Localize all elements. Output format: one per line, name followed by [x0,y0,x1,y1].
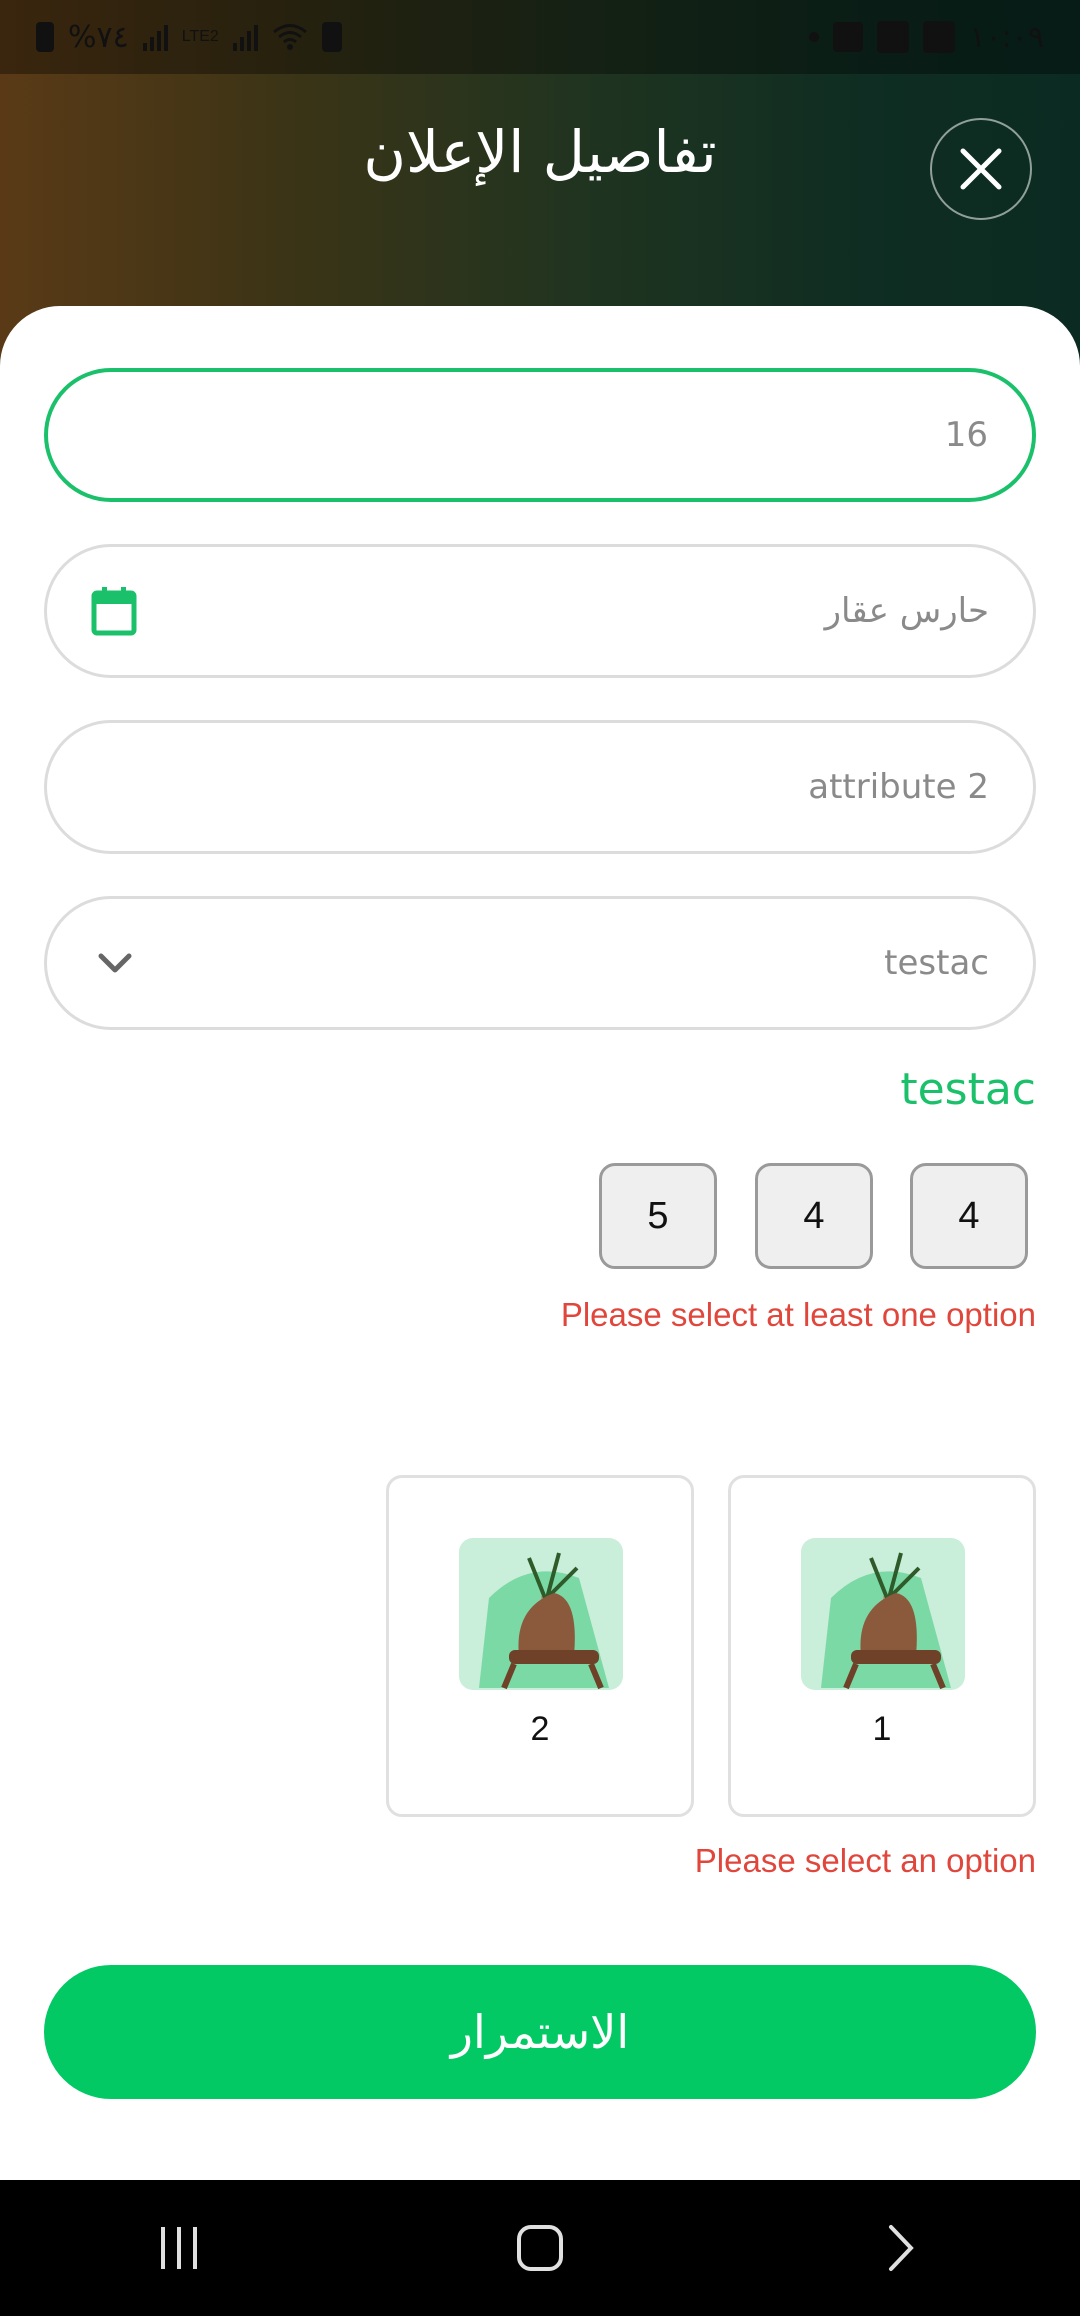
battery-saver-icon [321,22,342,52]
image-option-card[interactable]: 1 [728,1475,1036,1817]
close-button[interactable] [930,118,1032,220]
number-input[interactable]: 16 [44,368,1036,502]
back-icon[interactable] [875,2223,925,2273]
attribute-input-placeholder: attribute 2 [808,767,989,807]
multi-select-label: testac [900,1064,1036,1115]
dropdown-selected-value: testac [884,943,989,983]
chair-image [459,1538,623,1690]
linkedin-icon-2 [923,21,956,53]
wifi-icon [272,24,307,50]
attribute-input[interactable]: attribute 2 [44,720,1036,854]
clock: ١٠:٠٩ [969,19,1044,55]
testac-dropdown[interactable]: testac [44,896,1036,1030]
battery-percent: %٧٤ [68,19,129,55]
battery-icon [36,22,54,52]
date-field-placeholder: حارس عقار [824,591,989,631]
chair-image [801,1538,965,1690]
close-icon [960,148,1002,190]
signal-icon-2 [232,23,258,51]
lte-label: LTE2 [181,28,219,45]
status-bar: %٧٤ LTE2 ١٠:٠٩ [0,0,1080,74]
status-right: ١٠:٠٩ [809,20,1044,55]
date-field[interactable]: حارس عقار [44,544,1036,678]
dot-icon [809,32,820,42]
calendar-icon[interactable] [91,586,137,636]
screen: %٧٤ LTE2 ١٠:٠٩ تفاصيل الإعلان 16 حارس عق… [0,0,1080,2180]
image-option-label: 2 [530,1710,550,1748]
number-input-value: 16 [944,415,988,455]
option-chip[interactable]: 4 [755,1163,873,1269]
gallery-icon [833,22,864,52]
image-select-error: Please select an option [694,1842,1036,1879]
chevron-down-icon [98,953,132,973]
linkedin-icon [877,21,910,53]
image-option-label: 1 [872,1710,892,1748]
option-chip[interactable]: 4 [910,1163,1028,1269]
home-icon[interactable] [515,2223,565,2273]
multi-select-error: Please select at least one option [560,1296,1036,1333]
option-chip[interactable]: 5 [599,1163,717,1269]
image-option-card[interactable]: 2 [386,1475,694,1817]
continue-button[interactable]: الاستمرار [44,1965,1036,2099]
system-nav-bar [0,2180,1080,2316]
status-left: %٧٤ LTE2 [36,20,342,55]
recent-apps-icon[interactable] [155,2223,205,2273]
page-title: تفاصيل الإعلان [363,118,717,186]
signal-icon [142,23,168,51]
